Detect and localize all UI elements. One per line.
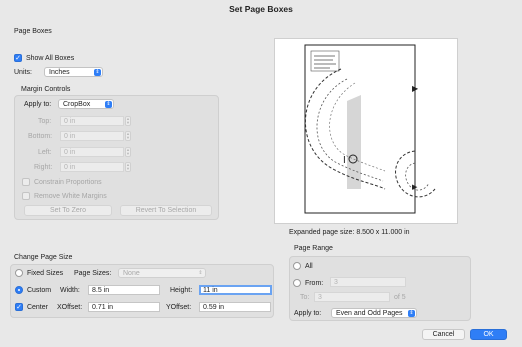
units-value: Inches [49,69,70,76]
svg-text:I: I [343,155,346,166]
constrain-proportions-checkbox[interactable]: Constrain Proportions [22,178,102,186]
remove-white-margins-checkbox[interactable]: Remove White Margins [22,192,107,200]
fixed-sizes-label: Fixed Sizes [26,269,64,277]
from-field[interactable]: 3 [330,277,406,287]
svg-text:▶: ▶ [412,184,418,191]
page-sizes-popup[interactable]: None ⇕ [118,268,206,278]
change-page-size-label: Change Page Size [14,254,73,261]
yoffset-label: YOffset: [166,304,192,311]
cancel-button[interactable]: Cancel [422,329,465,340]
from-label: From: [304,279,324,287]
radio-circle [293,279,301,287]
bottom-label: Bottom: [28,133,53,140]
top-label: Top: [38,118,52,125]
center-checkbox[interactable]: ✓ Center [15,303,48,311]
checkbox-box [22,178,30,186]
width-field[interactable]: 8.5 in [88,285,160,295]
width-label: Width: [60,287,80,294]
height-label: Height: [170,287,193,294]
all-radio[interactable]: All [293,262,313,270]
constrain-proportions-label: Constrain Proportions [33,178,102,186]
radio-circle [15,286,23,294]
chevron-updown-icon: ⇕ [198,270,203,276]
revert-to-selection-button[interactable]: Revert To Selection [120,205,212,216]
range-apply-to-value: Even and Odd Pages [336,310,403,317]
right-stepper[interactable]: ▲ ▼ [125,162,131,172]
xoffset-field[interactable]: 0.71 in [88,302,160,312]
margin-controls-group [14,95,219,220]
margin-apply-to-popup[interactable]: CropBox ⇕ [58,99,114,109]
custom-label: Custom [26,286,52,294]
custom-radio[interactable]: Custom [15,286,51,294]
range-apply-to-popup[interactable]: Even and Odd Pages ⇕ [331,308,417,318]
bottom-stepper[interactable]: ▲ ▼ [125,131,131,141]
set-to-zero-button[interactable]: Set To Zero [24,205,112,216]
to-field[interactable]: 3 [314,292,390,302]
show-all-boxes-checkbox[interactable]: ✓ Show All Boxes [14,54,74,62]
radio-circle [293,262,301,270]
top-stepper[interactable]: ▲ ▼ [125,116,131,126]
checkmark-icon: ✓ [14,54,22,62]
ok-button[interactable]: OK [470,329,507,340]
center-label: Center [26,303,48,311]
page-sizes-label: Page Sizes: [74,270,112,277]
left-label: Left: [38,149,52,156]
page-range-label: Page Range [294,245,333,252]
checkmark-icon: ✓ [15,303,23,311]
yoffset-field[interactable]: 0.59 in [199,302,271,312]
page-sizes-value: None [123,270,140,277]
right-field[interactable]: 0 in [60,162,124,172]
checkbox-box [22,192,30,200]
remove-white-margins-label: Remove White Margins [33,192,107,200]
from-radio[interactable]: From: [293,279,323,287]
margin-apply-to-label: Apply to: [24,101,52,108]
units-label: Units: [14,69,32,76]
radio-circle [15,269,23,277]
page-count-label: of 5 [394,294,406,301]
show-all-boxes-label: Show All Boxes [25,54,75,62]
chevron-updown-icon: ⇕ [408,310,415,317]
page-boxes-label: Page Boxes [14,28,52,35]
bottom-field[interactable]: 0 in [60,131,124,141]
margin-controls-label: Margin Controls [21,86,71,93]
left-stepper[interactable]: ▲ ▼ [125,147,131,157]
left-field[interactable]: 0 in [60,147,124,157]
chevron-updown-icon: ⇕ [94,69,101,76]
page-preview: I ▶ ▶ [274,38,458,224]
top-field[interactable]: 0 in [60,116,124,126]
height-field[interactable]: 11 in [199,285,272,295]
right-label: Right: [34,164,53,171]
page-preview-graphic: I ▶ ▶ [304,44,436,214]
fixed-sizes-radio[interactable]: Fixed Sizes [15,269,63,277]
to-label: To: [300,294,310,301]
xoffset-label: XOffset: [57,304,83,311]
expanded-page-size-caption: Expanded page size: 8.500 x 11.000 in [289,229,410,236]
units-popup[interactable]: Inches ⇕ [44,67,103,77]
all-label: All [304,262,313,270]
svg-text:▶: ▶ [412,84,419,93]
range-apply-to-label: Apply to: [294,310,322,317]
dialog-title: Set Page Boxes [229,4,293,14]
margin-apply-to-value: CropBox [63,101,91,108]
chevron-updown-icon: ⇕ [105,101,112,108]
